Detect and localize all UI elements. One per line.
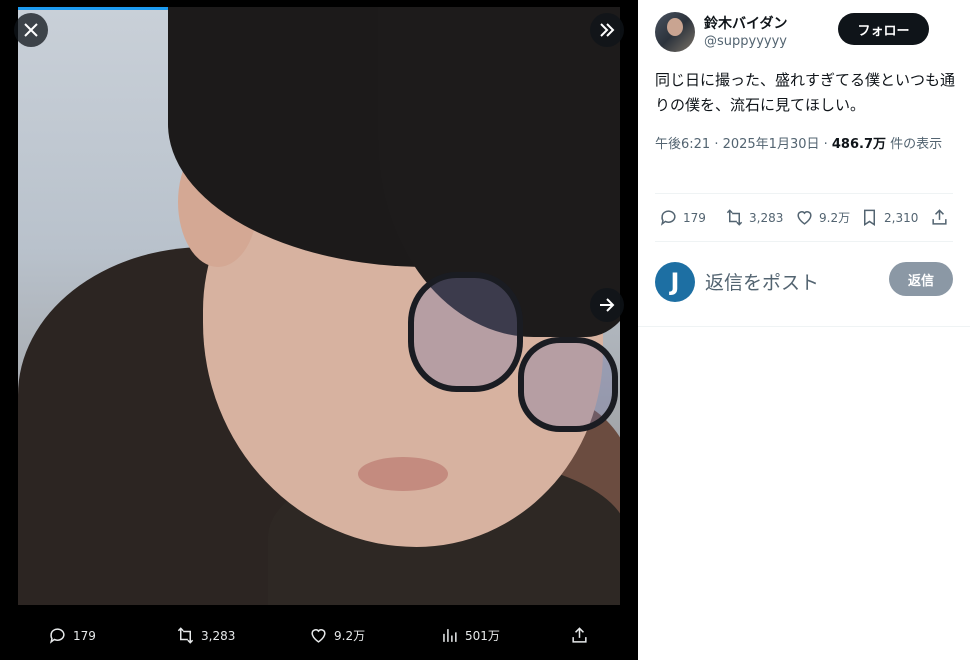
- share-button[interactable]: [930, 208, 949, 227]
- viewer-reply-count: 179: [73, 628, 96, 643]
- viewer-reply-button[interactable]: 179: [48, 626, 96, 645]
- heart-icon: [311, 629, 326, 643]
- close-icon: [24, 23, 38, 37]
- tweet-meta: 午後6:21 · 2025年1月30日 · 486.7万 件の表示: [655, 134, 955, 156]
- current-user-avatar: J: [655, 262, 695, 302]
- viewer-view-count: 501万: [465, 629, 500, 643]
- bookmark-count: 2,310: [884, 210, 919, 225]
- author-avatar[interactable]: [655, 12, 695, 52]
- viewer-like-count: 9.2万: [334, 629, 366, 643]
- reply-count: 179: [683, 210, 706, 225]
- reply-icon: [49, 628, 65, 644]
- viewer-repost-button[interactable]: 3,283: [176, 626, 235, 645]
- views-icon: [443, 629, 457, 642]
- next-image-button[interactable]: [590, 288, 624, 322]
- reply-icon: [660, 210, 676, 226]
- author-name[interactable]: 鈴木バイダン: [704, 13, 787, 33]
- bookmark-icon: [863, 209, 876, 227]
- author-handle[interactable]: @suppyyyyy: [704, 34, 787, 49]
- reply-submit-button[interactable]: 返信: [889, 262, 953, 296]
- divider: [638, 326, 970, 327]
- follow-button[interactable]: フォロー: [838, 13, 929, 45]
- app-root: 179 3,283 9.2万 501万 鈴木バイダン @suppyyyyy フォ…: [0, 0, 970, 660]
- tweet-text: 同じ日に撮った、盛れすぎてる僕といつも通りの僕を、流石に見てほしい。: [655, 71, 956, 114]
- expand-button[interactable]: [590, 13, 624, 47]
- heart-icon: [797, 211, 812, 225]
- viewer-action-bar: 179 3,283 9.2万 501万: [0, 612, 638, 660]
- share-icon: [932, 209, 947, 225]
- share-icon: [572, 627, 587, 643]
- viewer-like-button[interactable]: 9.2万: [309, 626, 365, 645]
- reply-button[interactable]: 179: [659, 208, 706, 227]
- like-button[interactable]: 9.2万: [795, 208, 850, 227]
- viewer-repost-count: 3,283: [201, 628, 236, 643]
- repost-count: 3,283: [749, 210, 784, 225]
- post-photo[interactable]: [18, 7, 620, 605]
- viewer-views-button[interactable]: 501万: [440, 626, 500, 645]
- repost-icon: [177, 627, 194, 644]
- repost-button[interactable]: 3,283: [725, 208, 783, 227]
- tweet-timestamp[interactable]: 午後6:21 · 2025年1月30日 ·: [655, 137, 832, 152]
- close-button[interactable]: [14, 13, 48, 47]
- bookmark-button[interactable]: 2,310: [860, 208, 918, 227]
- reply-input[interactable]: 返信をポスト: [705, 268, 819, 295]
- media-progress-bar: [18, 7, 168, 10]
- media-viewer: 179 3,283 9.2万 501万: [0, 0, 638, 660]
- tweet-view-suffix: 件の表示: [886, 137, 943, 152]
- tweet-actions: 179 3,283 9.2万 2,310: [655, 204, 953, 234]
- divider: [655, 241, 953, 242]
- expand-icon: [600, 23, 615, 37]
- divider: [655, 193, 953, 194]
- tweet-panel: 鈴木バイダン @suppyyyyy フォロー 同じ日に撮った、盛れすぎてる僕とい…: [638, 0, 970, 660]
- viewer-share-button[interactable]: [570, 626, 589, 645]
- arrow-right-icon: [600, 298, 615, 312]
- tweet-view-count: 486.7万: [831, 137, 887, 152]
- like-count: 9.2万: [819, 211, 851, 225]
- repost-icon: [726, 209, 743, 226]
